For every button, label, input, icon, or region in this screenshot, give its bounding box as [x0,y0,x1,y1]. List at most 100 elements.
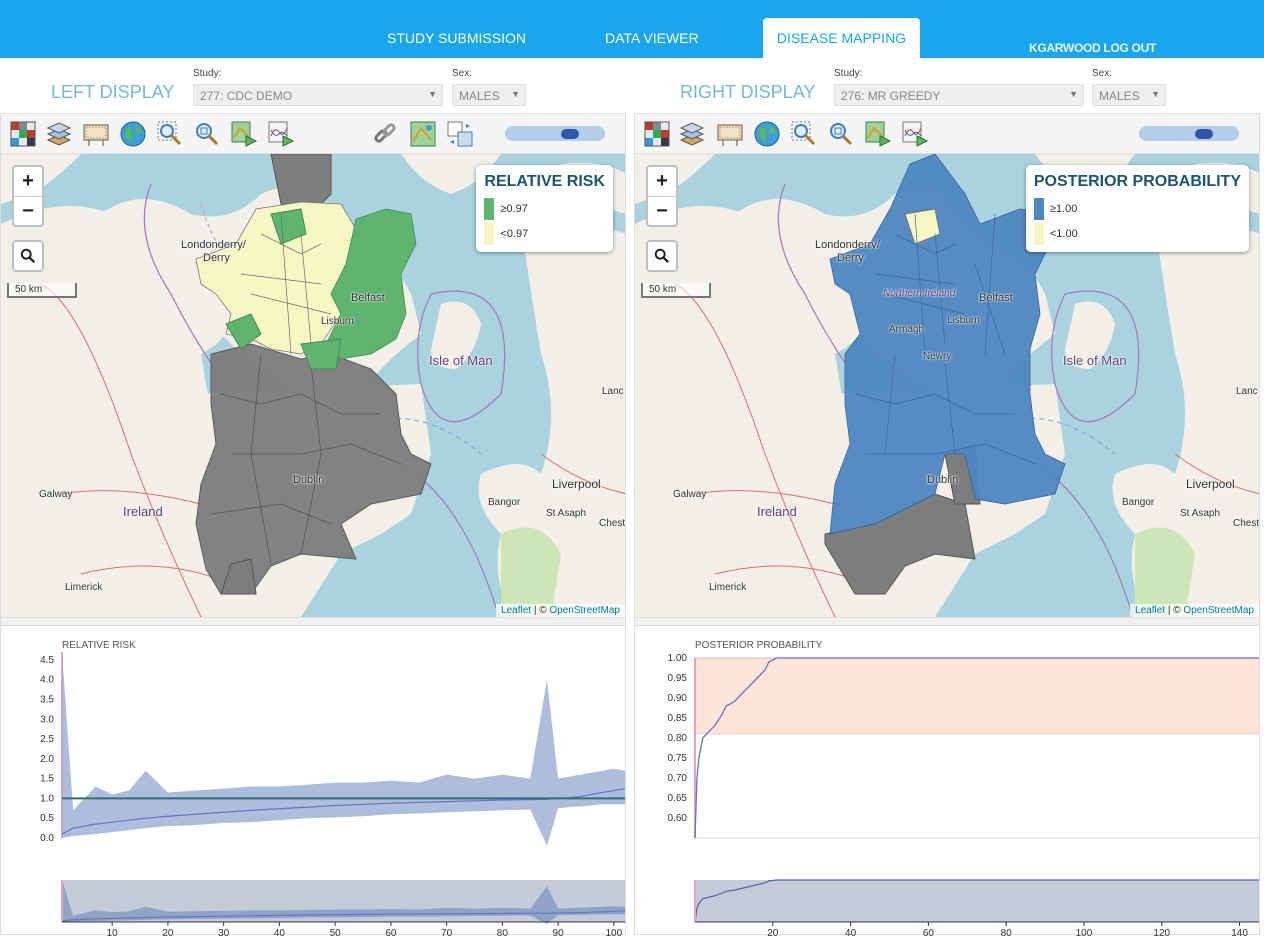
legend-item: ≥1.00 [1033,196,1241,221]
left-sex-label: Sex: [452,68,473,79]
map-place-label: Limerick [65,582,103,593]
opacity-slider[interactable] [505,126,605,141]
confidence-band [62,652,625,846]
map-place-label: Ireland [123,504,163,519]
zoom-selection-icon[interactable] [156,120,184,148]
chart-title: RELATIVE RISK [62,640,136,651]
legend-label: ≥1.00 [1049,202,1078,215]
map-search-button[interactable] [646,240,678,272]
right-sex-select[interactable]: MALES ▼ [1092,84,1166,106]
opacity-slider[interactable] [1139,126,1239,141]
map-place-label: Lisburn [947,315,980,326]
link-icon[interactable] [371,120,399,148]
left-sex-value: MALES [459,89,500,103]
choropleth-icon[interactable] [643,120,671,148]
y-tick-label: 4.0 [40,675,54,686]
y-tick-label: 0.60 [668,813,688,824]
attribution-separator: | © [531,605,550,616]
legend-item: ≥0.97 [484,196,605,221]
map-place-label: Ireland [757,504,797,519]
right-sex-label: Sex: [1092,68,1113,79]
right-sex-value: MALES [1099,89,1140,103]
swap-display-icon[interactable] [446,120,474,148]
zoom-in-button[interactable]: + [648,167,676,196]
right-study-label: Study: [834,68,863,79]
map-place-label: Chest [1233,518,1259,529]
map-place-label: Dublin [293,474,325,486]
left-study-value: 277: CDC DEMO [200,89,293,103]
top-nav-bar: STUDY SUBMISSION DATA VIEWER DISEASE MAP… [0,0,1264,60]
y-tick-label: 1.0 [40,793,54,804]
globe-icon[interactable] [753,120,781,148]
chevron-down-icon: ▼ [511,89,520,99]
map-place-label: Galway [673,489,707,500]
map-legend: POSTERIOR PROBABILITY ≥1.00 <1.00 [1025,165,1249,252]
threshold-band [695,658,1259,734]
layers-icon[interactable] [45,120,73,148]
zoom-out-button[interactable]: − [648,196,676,225]
y-tick-label: 4.5 [40,655,54,666]
leaflet-link[interactable]: Leaflet [501,605,531,616]
board-icon[interactable] [82,120,110,148]
zoom-selection-icon[interactable] [790,120,818,148]
right-chart[interactable]: POSTERIOR PROBABILITY 0.60 0.65 0.70 0.75 0.… [635,626,1261,939]
relative-risk-chart[interactable]: 0.00.51.01.52.02.53.03.54.04.510 20 30 40 50… [1,626,627,939]
map-place-label: Lisburn [321,316,354,327]
osm-link[interactable]: OpenStreetMap [1183,605,1254,616]
map-image-icon[interactable] [409,120,437,148]
choropleth-icon[interactable] [9,120,37,148]
globe-icon[interactable] [119,120,147,148]
map-place-label: Galway [39,489,73,500]
tab-data-viewer[interactable]: DATA VIEWER [605,30,699,46]
map-place-label: Bangor [488,497,521,508]
right-study-select[interactable]: 276: MR GREEDY ▼ [834,84,1084,106]
export-chart-icon[interactable] [901,120,929,148]
export-chart-icon[interactable] [267,120,295,148]
y-tick-label: 0.95 [668,673,688,684]
tab-disease-mapping[interactable]: DISEASE MAPPING [763,18,920,60]
left-chart[interactable]: RELATIVE RISK 0.0 0.5 1.0 1.5 2.0 2.5 3.0 3.5 4.… [1,626,627,939]
y-tick-label: 0.75 [668,753,688,764]
slider-handle[interactable] [1195,129,1213,139]
legend-label: <1.00 [1049,227,1078,240]
y-tick-label: 0.65 [668,793,688,804]
map-place-label: Belfast [351,292,385,304]
map-place-label: Limerick [709,582,747,593]
right-map[interactable]: Londonderry/ Derry Northern Ireland Belf… [635,154,1259,617]
zoom-out-button[interactable]: − [14,196,42,225]
osm-link[interactable]: OpenStreetMap [549,605,620,616]
overview-background [695,880,1259,922]
export-map-icon[interactable] [864,120,892,148]
legend-label: <0.97 [500,227,529,240]
chevron-down-icon: ▼ [1069,89,1078,99]
layers-icon[interactable] [678,120,706,148]
zoom-fit-icon[interactable] [827,120,855,148]
board-icon[interactable] [716,120,744,148]
zoom-fit-icon[interactable] [193,120,221,148]
legend-title: RELATIVE RISK [484,173,605,190]
left-study-select[interactable]: 277: CDC DEMO ▼ [193,84,443,106]
y-tick-label: 1.5 [40,774,54,785]
legend-swatch [484,197,495,220]
zoom-in-button[interactable]: + [14,167,42,196]
chart-title: POSTERIOR PROBABILITY [695,640,823,651]
left-map[interactable]: Londonderry/ Derry Belfast Lisburn Isle … [1,154,625,617]
posterior-probability-chart[interactable]: 0.600.650.700.750.800.850.900.951.0020 40… [635,626,1261,939]
legend-label: ≥0.97 [500,202,528,215]
logout-link[interactable]: KGARWOOD LOG OUT [1029,41,1156,55]
y-tick-label: 3.5 [40,694,54,705]
export-map-icon[interactable] [230,120,258,148]
map-place-label: Newry [923,351,952,362]
left-study-label: Study: [193,68,222,79]
leaflet-link[interactable]: Leaflet [1135,605,1165,616]
map-place-label: Isle of Man [1063,353,1127,368]
y-tick-label: 0.0 [40,833,54,844]
map-place-label: Lanc [602,386,624,397]
tab-study-submission[interactable]: STUDY SUBMISSION [387,30,526,46]
map-search-button[interactable] [12,240,44,272]
map-place-label: Londonderry/ [815,239,880,251]
y-tick-label: 2.5 [40,734,54,745]
left-sex-select[interactable]: MALES ▼ [452,84,526,106]
right-toolbar [635,114,1259,154]
slider-handle[interactable] [561,129,579,139]
